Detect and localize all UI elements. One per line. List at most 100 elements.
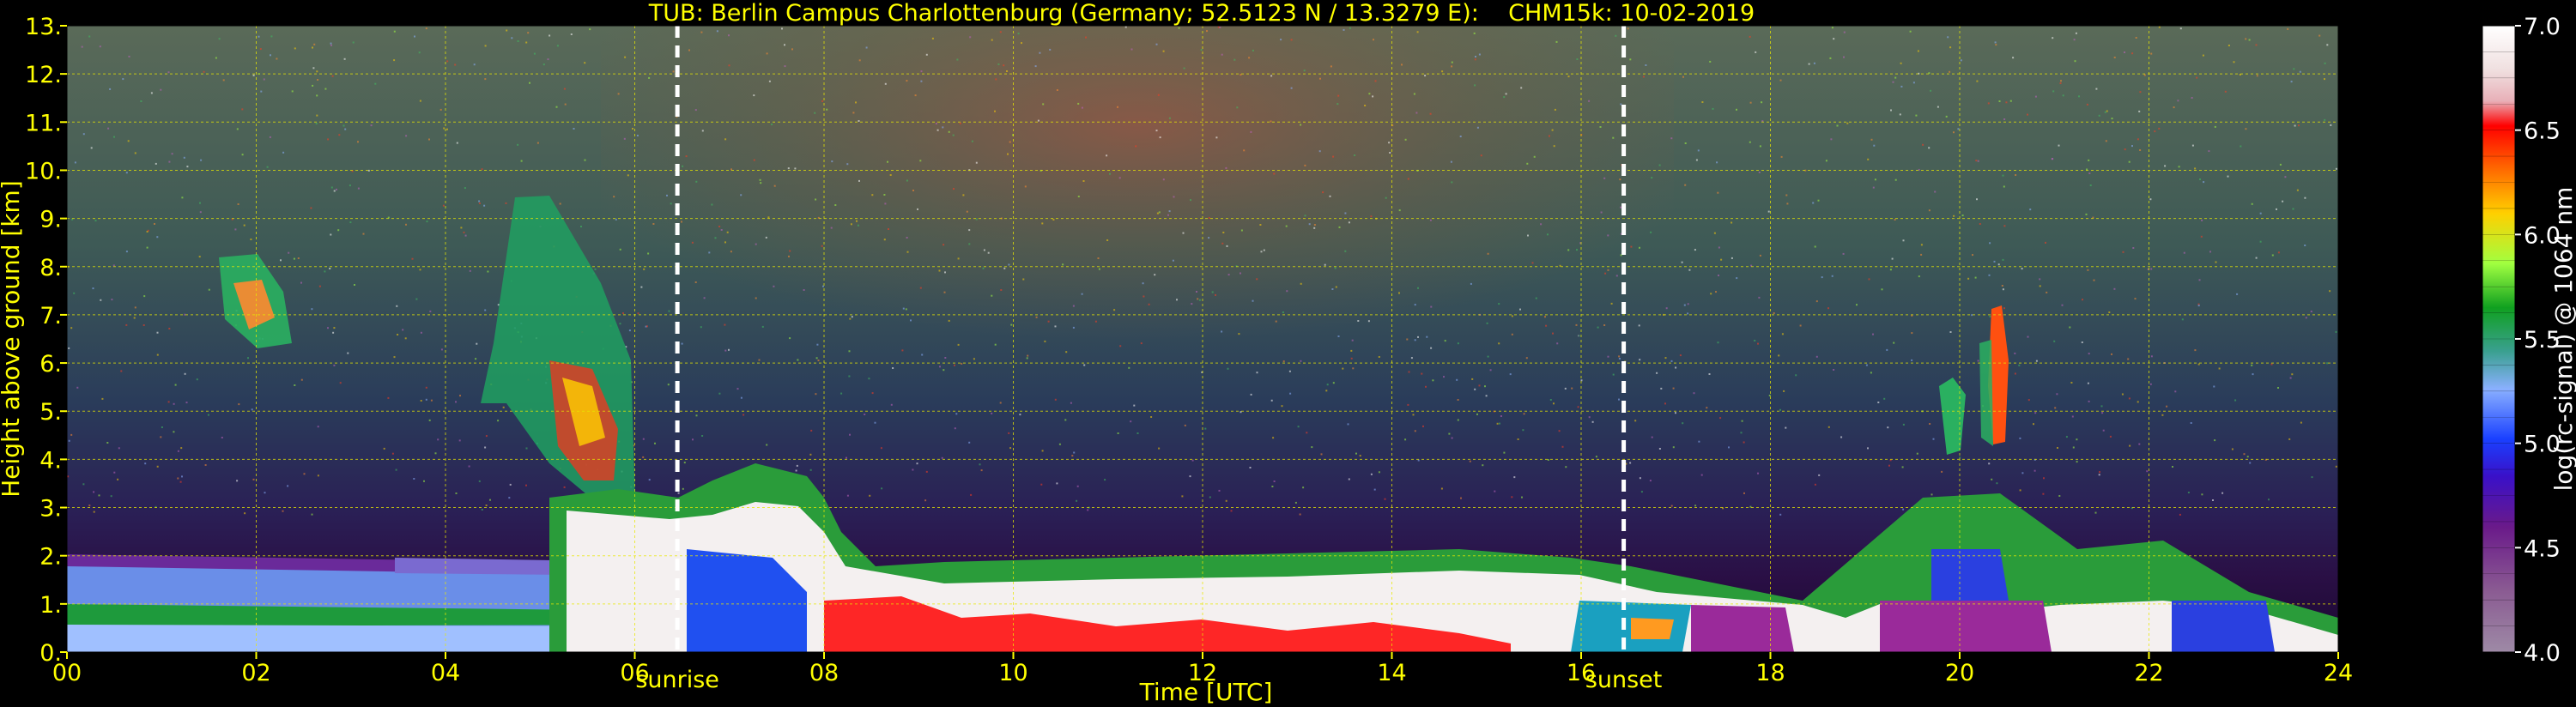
noise-speck <box>637 312 639 315</box>
noise-speck <box>2124 51 2125 53</box>
noise-speck <box>1157 94 1160 96</box>
noise-speck <box>1755 51 1757 53</box>
noise-speck <box>718 392 721 395</box>
noise-speck <box>1684 142 1687 144</box>
noise-speck <box>1679 354 1682 357</box>
noise-speck <box>1097 257 1100 259</box>
noise-speck <box>215 57 217 59</box>
noise-speck <box>1000 289 1003 291</box>
noise-speck <box>196 378 198 381</box>
noise-speck <box>2181 318 2184 321</box>
noise-speck <box>282 151 285 154</box>
noise-speck <box>1412 414 1415 416</box>
noise-speck <box>1041 222 1044 225</box>
noise-speck <box>2284 176 2287 178</box>
noise-speck <box>1547 459 1549 461</box>
noise-speck <box>852 112 855 114</box>
noise-speck <box>2081 341 2083 343</box>
noise-speck <box>864 414 866 415</box>
noise-speck <box>440 348 443 351</box>
noise-speck <box>156 236 159 239</box>
noise-speck <box>2154 130 2156 133</box>
noise-speck <box>2287 27 2289 30</box>
y-tick-label: 1. <box>39 592 62 619</box>
noise-speck <box>1457 399 1459 401</box>
noise-speck <box>1299 513 1301 516</box>
noise-speck <box>446 60 449 63</box>
noise-speck <box>1478 384 1481 387</box>
noise-speck <box>1918 275 1920 278</box>
noise-speck <box>1665 307 1668 310</box>
noise-speck <box>701 130 704 132</box>
noise-speck <box>2324 78 2325 81</box>
noise-speck <box>968 243 971 245</box>
noise-speck <box>910 319 912 322</box>
noise-speck <box>207 414 209 416</box>
y-tick-label: 13. <box>25 14 62 40</box>
noise-speck <box>2088 159 2090 161</box>
noise-speck <box>917 208 918 210</box>
noise-speck <box>871 194 874 196</box>
noise-speck <box>90 147 93 149</box>
noise-speck <box>252 74 255 76</box>
noise-speck <box>156 465 159 468</box>
noise-speck <box>312 67 315 69</box>
noise-speck <box>234 228 237 231</box>
noise-speck <box>619 248 621 251</box>
noise-speck <box>1953 215 1955 217</box>
noise-speck <box>1961 215 1964 217</box>
noise-speck <box>1651 436 1653 438</box>
noise-speck <box>1687 303 1689 305</box>
noise-speck <box>2245 128 2247 130</box>
noise-speck <box>817 360 820 362</box>
noise-speck <box>613 196 615 198</box>
noise-speck <box>264 492 266 494</box>
noise-speck <box>330 186 333 189</box>
noise-speck <box>481 509 483 511</box>
noise-speck <box>1831 27 1834 29</box>
noise-speck <box>393 30 396 33</box>
noise-speck <box>2201 493 2203 496</box>
y-tick-label: 12. <box>25 62 62 88</box>
noise-speck <box>1759 254 1761 257</box>
noise-speck <box>2078 95 2080 98</box>
noise-speck <box>1814 245 1816 248</box>
noise-speck <box>1319 77 1321 80</box>
noise-speck <box>2132 247 2135 249</box>
noise-speck <box>921 354 924 356</box>
noise-speck <box>199 202 201 204</box>
noise-speck <box>2131 145 2133 148</box>
noise-speck <box>1874 178 1876 181</box>
noise-speck <box>563 486 566 488</box>
colorbar: 4.04.55.05.56.06.57.0 log(rc-signal) @ 1… <box>2482 14 2576 667</box>
noise-speck <box>2172 466 2173 468</box>
noise-speck <box>966 210 968 213</box>
noise-speck <box>1424 75 1427 77</box>
noise-speck <box>419 100 421 102</box>
noise-speck <box>2271 254 2274 257</box>
noise-speck <box>1540 223 1543 226</box>
noise-speck <box>288 251 290 254</box>
noise-speck <box>186 166 189 168</box>
noise-speck <box>1308 223 1311 226</box>
noise-speck <box>1558 430 1561 432</box>
noise-speck <box>1173 196 1175 198</box>
noise-speck <box>1342 367 1344 370</box>
noise-speck <box>1900 85 1903 88</box>
noise-speck <box>1818 474 1821 476</box>
noise-speck <box>968 229 971 232</box>
noise-speck <box>794 167 797 170</box>
noise-speck <box>1077 102 1080 105</box>
noise-speck <box>1977 360 1979 362</box>
noise-speck <box>695 180 698 183</box>
noise-speck <box>1786 202 1789 205</box>
noise-speck <box>1785 426 1787 429</box>
noise-speck <box>889 174 892 176</box>
noise-speck <box>1158 447 1161 450</box>
noise-speck <box>1406 338 1409 341</box>
noise-speck <box>1049 48 1052 51</box>
noise-speck <box>1827 307 1829 310</box>
noise-speck <box>1694 249 1696 251</box>
noise-speck <box>2075 32 2077 34</box>
noise-speck <box>773 184 776 187</box>
